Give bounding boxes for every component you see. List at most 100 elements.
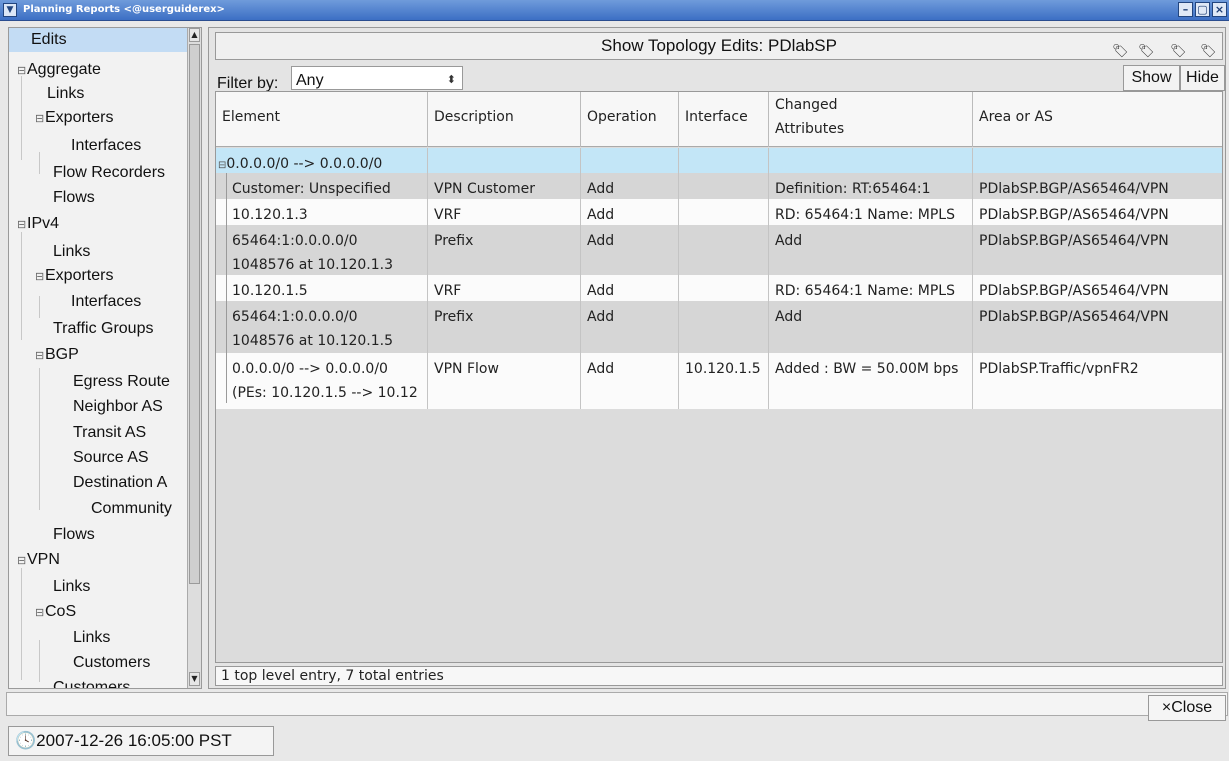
panel-title: Show Topology Edits: PDlabSP 🏷 🏷 🏷 🏷 <box>215 32 1223 60</box>
edit-tag-icon[interactable]: 🏷 <box>1112 38 1129 64</box>
chevron-updown-icon: ⬍ <box>446 74 456 86</box>
column-header-element[interactable]: Element <box>216 92 428 147</box>
filter-select[interactable]: Any ⬍ <box>291 66 463 90</box>
window-title-bar: ▼ Planning Reports <@userguiderex> – ▢ × <box>0 0 1229 21</box>
tree-item-flow-recorders[interactable]: Flow Recorders <box>9 161 189 185</box>
table-row[interactable]: Customer: Unspecified VPN Customer Add D… <box>216 173 1222 199</box>
time-display[interactable]: 🕓2007-12-26 16:05:00 PST <box>8 726 274 756</box>
cell-area: PDlabSP.BGP/AS65464/VPN <box>979 207 1169 223</box>
table-row[interactable]: 0.0.0.0/0 --> 0.0.0.0/0 (PEs: 10.120.1.5 … <box>216 353 1222 409</box>
tree-item-aggregate-interfaces[interactable]: Interfaces <box>9 134 189 158</box>
cell-interface: 10.120.1.5 <box>679 353 769 409</box>
collapse-icon[interactable]: ⊟ <box>17 549 27 573</box>
cell-description: Prefix <box>428 301 581 353</box>
column-header-operation[interactable]: Operation <box>581 92 679 147</box>
window-close-button[interactable]: × <box>1212 2 1227 17</box>
cell-description: Prefix <box>428 225 581 275</box>
cell-interface <box>679 301 769 353</box>
tree-item-neighbor-as[interactable]: Neighbor AS <box>9 395 189 419</box>
cell-changed: RD: 65464:1 Name: MPLS <box>769 275 973 301</box>
collapse-icon[interactable]: ⊟ <box>35 601 45 625</box>
tree-item-edits[interactable]: Edits <box>9 28 189 52</box>
tree-item-transit-as[interactable]: Transit AS <box>9 421 189 445</box>
cell-changed: Add <box>769 225 973 275</box>
tree-item-bgp[interactable]: ⊟BGP <box>9 343 189 367</box>
scrollbar-thumb[interactable] <box>189 44 200 584</box>
cell-changed: Added : BW = 50.00M bps <box>769 353 973 409</box>
table-row[interactable]: ⊟0.0.0.0/0 --> 0.0.0.0/0 <box>216 148 1222 173</box>
show-button[interactable]: Show <box>1123 65 1180 91</box>
tree-item-community[interactable]: Community <box>9 497 189 521</box>
cell-description: VPN Flow <box>428 353 581 409</box>
tree-item-destination-as[interactable]: Destination A <box>9 471 189 495</box>
cell-changed: RD: 65464:1 Name: MPLS <box>769 199 973 225</box>
window-menu-icon[interactable]: ▼ <box>3 3 17 17</box>
tree-item-aggregate-links[interactable]: Links <box>9 82 189 106</box>
cell-area: PDlabSP.BGP/AS65464/VPN <box>979 233 1169 249</box>
tree-item-egress-route[interactable]: Egress Route <box>9 370 189 394</box>
cell-operation <box>581 148 679 173</box>
cell-element: ⊟0.0.0.0/0 --> 0.0.0.0/0 <box>216 148 428 173</box>
table-row[interactable]: 10.120.1.3 VRF Add RD: 65464:1 Name: MPL… <box>216 199 1222 225</box>
cell-description: VPN Customer <box>428 173 581 199</box>
table-row[interactable]: 65464:1:0.0.0.0/0 1048576 at 10.120.1.5 P… <box>216 301 1222 353</box>
collapse-icon[interactable]: ⊟ <box>35 265 45 289</box>
sidebar-scrollbar[interactable]: ▲ ▼ <box>187 28 201 688</box>
tree-item-cos-links[interactable]: Links <box>9 626 189 650</box>
cell-changed: Add <box>769 301 973 353</box>
tree-item-ipv4-flows[interactable]: Flows <box>9 523 189 547</box>
edit-tag-icon[interactable]: 🏷 <box>1138 38 1155 64</box>
cell-element: 65464:1:0.0.0.0/0 1048576 at 10.120.1.5 <box>216 301 428 353</box>
column-header-description[interactable]: Description <box>428 92 581 147</box>
edit-tag-icon[interactable]: 🏷 <box>1170 38 1187 64</box>
tree-item-aggregate-flows[interactable]: Flows <box>9 186 189 210</box>
cell-element: 10.120.1.5 <box>216 275 428 301</box>
collapse-icon[interactable]: ⊟ <box>17 213 27 237</box>
column-header-interface[interactable]: Interface <box>679 92 769 147</box>
tree-item-ipv4-interfaces[interactable]: Interfaces <box>9 290 189 314</box>
cell-operation: Add <box>581 275 679 301</box>
scroll-down-icon[interactable]: ▼ <box>189 672 200 686</box>
cell-interface <box>679 148 769 173</box>
minimize-button[interactable]: – <box>1178 2 1193 17</box>
tree-item-ipv4-exporters[interactable]: ⊟Exporters <box>9 264 189 288</box>
cell-interface <box>679 275 769 301</box>
cell-changed <box>769 148 973 173</box>
close-button[interactable]: ×Close <box>1148 695 1226 721</box>
cell-area <box>973 148 1222 173</box>
collapse-icon[interactable]: ⊟ <box>35 344 45 368</box>
cell-element: 10.120.1.3 <box>216 199 428 225</box>
scroll-up-icon[interactable]: ▲ <box>189 28 200 42</box>
cell-operation: Add <box>581 353 679 409</box>
tree-item-cos-customers[interactable]: Customers <box>9 651 189 675</box>
edit-tag-icon[interactable]: 🏷 <box>1200 38 1217 64</box>
collapse-icon[interactable]: ⊟ <box>35 107 45 131</box>
tree-item-vpn[interactable]: ⊟VPN <box>9 548 189 572</box>
cell-operation: Add <box>581 301 679 353</box>
report-tree[interactable]: Edits ⊟Aggregate Links ⊟Exporters Interf… <box>8 27 202 689</box>
tree-item-traffic-groups[interactable]: Traffic Groups <box>9 317 189 341</box>
cell-interface <box>679 199 769 225</box>
tree-item-cos[interactable]: ⊟CoS <box>9 600 189 624</box>
tree-item-ipv4-links[interactable]: Links <box>9 240 189 264</box>
cell-element: 65464:1:0.0.0.0/0 1048576 at 10.120.1.3 <box>216 225 428 275</box>
tree-item-source-as[interactable]: Source AS <box>9 446 189 470</box>
tree-item-vpn-links[interactable]: Links <box>9 575 189 599</box>
cell-area: PDlabSP.Traffic/vpnFR2 <box>979 361 1139 377</box>
column-header-changed-attributes[interactable]: Changed Attributes <box>769 92 973 147</box>
table-row[interactable]: 65464:1:0.0.0.0/0 1048576 at 10.120.1.3 P… <box>216 225 1222 275</box>
close-icon: × <box>1161 699 1172 716</box>
tree-item-aggregate-exporters[interactable]: ⊟Exporters <box>9 106 189 130</box>
collapse-icon[interactable]: ⊟ <box>17 59 27 83</box>
cell-description <box>428 148 581 173</box>
hide-button[interactable]: Hide <box>1180 65 1225 91</box>
tree-item-vpn-customers[interactable]: Customers <box>9 676 189 688</box>
tree-item-ipv4[interactable]: ⊟IPv4 <box>9 212 189 236</box>
cell-interface <box>679 225 769 275</box>
table-row[interactable]: 10.120.1.5 VRF Add RD: 65464:1 Name: MPL… <box>216 275 1222 301</box>
column-header-area-or-as[interactable]: Area or AS <box>973 92 1222 147</box>
tree-item-aggregate[interactable]: ⊟Aggregate <box>9 58 189 82</box>
edits-table: Element Description Operation Interface … <box>215 91 1223 663</box>
maximize-button[interactable]: ▢ <box>1195 2 1210 17</box>
cell-description: VRF <box>428 275 581 301</box>
